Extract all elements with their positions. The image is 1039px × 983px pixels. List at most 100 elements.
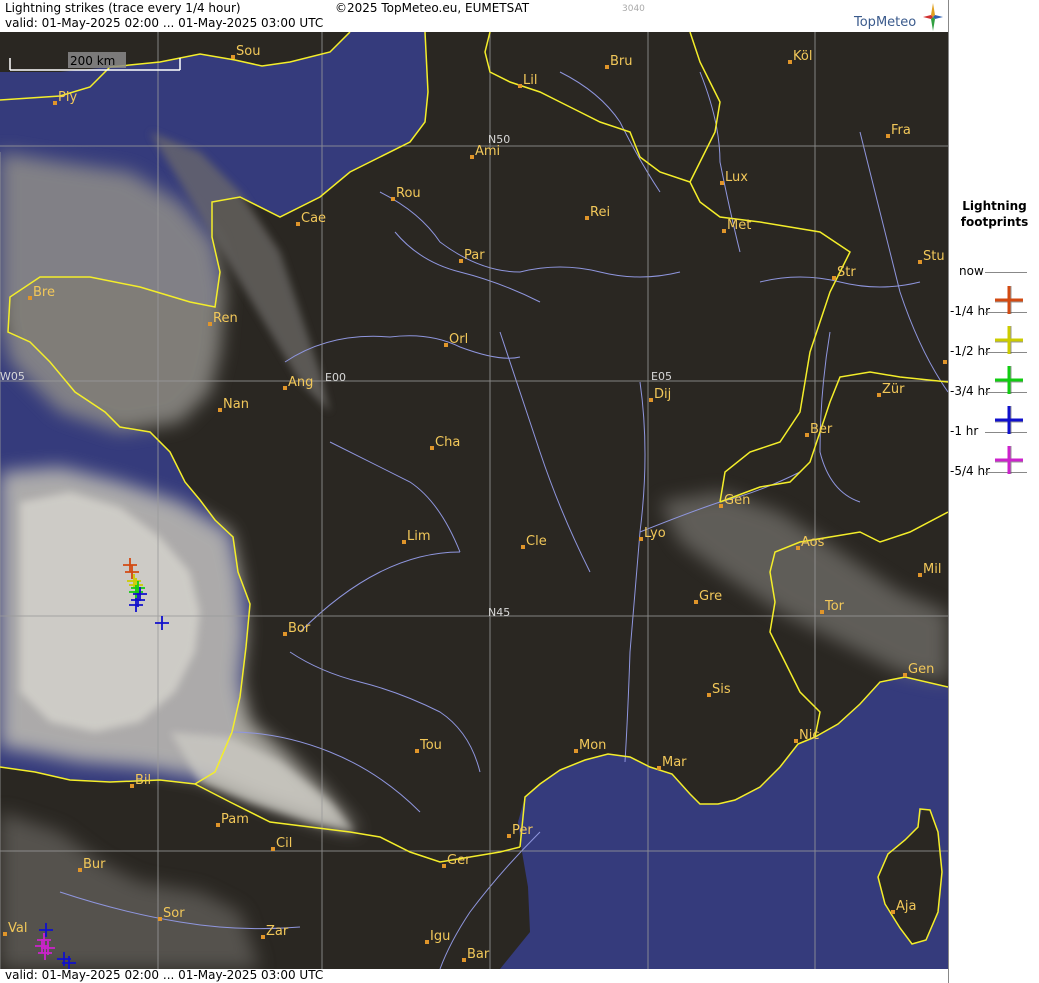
lightning-cross-icon <box>995 326 1023 354</box>
city-marker <box>158 917 162 921</box>
city-marker <box>28 296 32 300</box>
city-marker <box>521 545 525 549</box>
city-label: Ren <box>213 311 238 326</box>
city-marker <box>518 84 522 88</box>
city-label: Par <box>464 248 485 263</box>
city-marker <box>459 259 463 263</box>
city-label: Pam <box>221 812 249 827</box>
city-label: Aja <box>896 899 916 914</box>
city-marker <box>891 910 895 914</box>
city-label: Mon <box>579 738 606 753</box>
city-marker <box>391 197 395 201</box>
city-label: Cle <box>526 534 547 549</box>
city-label: Rei <box>590 205 610 220</box>
legend-label: -1/2 hr <box>950 344 990 358</box>
city-label: Str <box>837 265 856 280</box>
grid-label-e00: E00 <box>325 371 346 384</box>
city-marker <box>720 181 724 185</box>
city-label: Mar <box>662 755 687 770</box>
city-marker <box>130 784 134 788</box>
city-label: Bil <box>135 773 151 788</box>
city-marker <box>425 940 429 944</box>
city-label: Per <box>512 823 533 838</box>
city-label: Köl <box>793 49 812 64</box>
city-marker <box>903 673 907 677</box>
city-marker <box>877 393 881 397</box>
header: Lightning strikes (trace every 1/4 hour)… <box>0 0 948 32</box>
city-marker <box>918 260 922 264</box>
city-label: Tou <box>419 738 442 753</box>
city-label: Ang <box>288 375 313 390</box>
city-marker <box>470 155 474 159</box>
city-marker <box>657 766 661 770</box>
city-label: Ami <box>475 144 500 159</box>
city-label: Sor <box>163 906 185 921</box>
city-label: Ber <box>810 422 833 437</box>
city-marker <box>218 408 222 412</box>
city-marker <box>402 540 406 544</box>
city-marker <box>430 446 434 450</box>
city-marker <box>805 433 809 437</box>
city-marker <box>442 864 446 868</box>
city-marker <box>231 55 235 59</box>
city-marker <box>53 101 57 105</box>
scale-label: 200 km <box>70 54 115 68</box>
city-marker <box>796 546 800 550</box>
city-marker <box>649 398 653 402</box>
city-marker <box>794 739 798 743</box>
city-label: Bur <box>83 857 106 872</box>
city-marker <box>820 610 824 614</box>
city-label: Igu <box>430 929 450 944</box>
city-marker <box>707 693 711 697</box>
city-marker <box>3 932 7 936</box>
city-marker <box>788 60 792 64</box>
city-label: Stu <box>923 249 945 264</box>
copyright-text: ©2025 TopMeteo.eu, EUMETSAT <box>335 1 530 15</box>
city-label: Nan <box>223 397 249 412</box>
city-marker <box>918 573 922 577</box>
city-label: Lim <box>407 529 431 544</box>
city-label: Zür <box>882 382 905 397</box>
lightning-cross-icon <box>995 446 1023 474</box>
city-label: Tor <box>824 599 845 614</box>
city-label: Lyo <box>644 526 666 541</box>
city-label: Gen <box>908 662 934 677</box>
city-marker <box>943 360 947 364</box>
brand-name: TopMeteo <box>854 15 917 30</box>
city-label: Orl <box>449 332 468 347</box>
city-label: Cil <box>276 836 292 851</box>
city-marker <box>216 823 220 827</box>
city-label: Lil <box>523 73 537 88</box>
city-label: Dij <box>654 387 671 402</box>
city-label: Bar <box>467 947 490 962</box>
grid-label-n45: N45 <box>488 606 510 619</box>
city-marker <box>271 847 275 851</box>
city-marker <box>639 537 643 541</box>
footer-validity-text: valid: 01-May-2025 02:00 ... 01-May-2025… <box>5 968 324 982</box>
city-label: Bre <box>33 285 55 300</box>
city-marker <box>296 222 300 226</box>
lightning-cross-icon <box>995 286 1023 314</box>
city-marker <box>886 134 890 138</box>
legend-label: now <box>959 264 984 278</box>
city-marker <box>283 386 287 390</box>
city-marker <box>444 343 448 347</box>
city-label: Sis <box>712 682 731 697</box>
satellite-lightning-map[interactable]: N50 N45 E00 E05 W05 200 km SouLilBru KölP… <box>0 32 948 969</box>
city-marker <box>415 749 419 753</box>
legend-separator <box>985 272 1027 273</box>
city-label: Ger <box>447 853 471 868</box>
lightning-legend: Lightning footprints now -1/4 hr -1/2 hr -3… <box>948 0 1039 983</box>
city-label: Met <box>727 218 751 233</box>
map-title: Lightning strikes (trace every 1/4 hour) <box>5 1 241 15</box>
city-label: Lux <box>725 170 748 185</box>
city-label: Fra <box>891 123 911 138</box>
city-marker <box>694 600 698 604</box>
topmeteo-star-logo-icon <box>923 3 943 31</box>
city-label: Val <box>8 921 27 936</box>
city-label: Sou <box>236 44 260 59</box>
lightning-cross-icon <box>995 406 1023 434</box>
city-label: Cha <box>435 435 460 450</box>
city-marker <box>832 276 836 280</box>
footer: valid: 01-May-2025 02:00 ... 01-May-2025… <box>0 968 948 983</box>
